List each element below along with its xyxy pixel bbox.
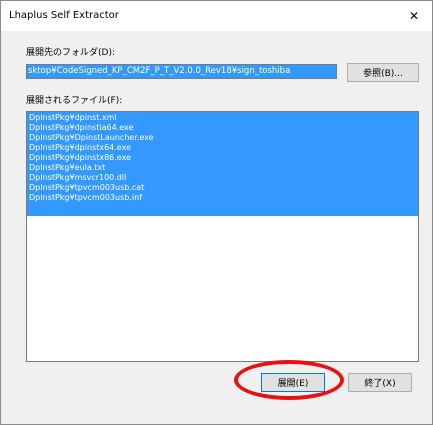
file-list-item[interactable]: DpInstPkg¥dpinst.xml (27, 113, 418, 123)
files-label: 展開されるファイル(F): (26, 96, 123, 106)
destination-path-value: sktop¥CodeSigned_KP_CM2F_P_T_V2.0.0_Rev1… (27, 65, 336, 78)
highlight-annotation-circle (234, 360, 344, 400)
file-list-item[interactable]: DpInstPkg¥dpinstx64.exe (27, 143, 418, 153)
file-list[interactable]: DpInstPkg¥dpinst.xml DpInstPkg¥dpinstia64… (26, 111, 419, 362)
file-list-item[interactable]: DpInstPkg¥DpinstLauncher.exe (27, 133, 418, 143)
title-bar: Lhaplus Self Extractor ✕ (1, 1, 432, 31)
exit-button-label: 終了(X) (364, 379, 396, 389)
file-list-item[interactable]: DpInstPkg¥dpinstia64.exe (27, 123, 418, 133)
close-icon: ✕ (408, 9, 420, 23)
browse-button-label: 参照(B)... (363, 69, 403, 79)
browse-button[interactable]: 参照(B)... (347, 63, 419, 82)
window-title: Lhaplus Self Extractor (9, 10, 119, 21)
self-extractor-dialog: Lhaplus Self Extractor ✕ 展開先のフォルダ(D): sk… (0, 0, 433, 425)
destination-path-input[interactable]: sktop¥CodeSigned_KP_CM2F_P_T_V2.0.0_Rev1… (26, 64, 337, 79)
file-list-item[interactable]: DpInstPkg¥tpvcm003usb.cat (27, 183, 418, 193)
file-list-item[interactable]: DpInstPkg¥dpinstx86.exe (27, 153, 418, 163)
file-list-item[interactable]: DpInstPkg¥msvcr100.dll (27, 173, 418, 183)
file-items: DpInstPkg¥dpinst.xml DpInstPkg¥dpinstia64… (27, 113, 418, 203)
destination-folder-label: 展開先のフォルダ(D): (26, 48, 115, 58)
file-list-item[interactable]: DpInstPkg¥eula.txt (27, 163, 418, 173)
close-button[interactable]: ✕ (396, 1, 432, 31)
exit-button[interactable]: 終了(X) (348, 373, 412, 392)
file-list-item[interactable]: DpInstPkg¥tpvcm003usb.inf (27, 193, 418, 203)
